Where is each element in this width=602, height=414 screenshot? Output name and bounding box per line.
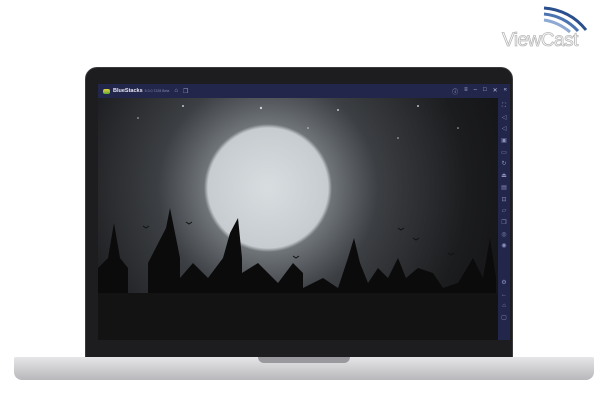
back-icon[interactable]: ←	[501, 290, 507, 302]
mosque-skyline-illustration	[98, 105, 498, 340]
laptop-base	[14, 357, 594, 380]
right-sidebar: ⛶ ◁ ◁ ▣ ▭ ↻ ⏏ ▤ ⊡ ▱ ❐ ◎ ◉ ⚙ ← ⌂ ▢	[498, 98, 510, 340]
minimize-icon[interactable]: –	[474, 87, 477, 96]
bluestacks-window: BlueStacks 5.0.0.7228 Beta ⌂ ❐ ⓘ ≡ – □ ✕…	[98, 84, 510, 340]
multi-instance-icon[interactable]: ❐	[183, 88, 188, 95]
app-name: BlueStacks	[113, 88, 143, 94]
viewcast-wordmark: ViewCast	[502, 30, 579, 52]
screen-record-icon[interactable]: ▣	[501, 136, 507, 148]
recent-apps-icon[interactable]: ▢	[501, 313, 507, 325]
maximize-icon[interactable]: □	[483, 87, 487, 96]
media-folder-icon[interactable]: ▤	[501, 183, 507, 195]
home-icon[interactable]: ⌂	[502, 301, 506, 313]
rotate-icon[interactable]: ↻	[501, 159, 506, 171]
fullscreen-icon[interactable]: ⛶	[502, 101, 506, 113]
close-icon[interactable]: ✕	[493, 87, 498, 96]
install-apk-icon[interactable]: ⏏	[501, 171, 507, 183]
settings-icon[interactable]: ⚙	[501, 278, 506, 290]
screenshot-icon[interactable]: ⊡	[501, 195, 506, 207]
tv-icon[interactable]: ▭	[501, 148, 507, 160]
volume-up-icon[interactable]: ◁	[502, 113, 507, 125]
eco-mode-icon[interactable]: ◎	[501, 230, 506, 242]
volume-down-icon[interactable]: ◁	[502, 124, 507, 136]
bluestacks-logo-icon	[103, 88, 110, 94]
laptop-hinge-notch	[258, 357, 350, 363]
collapse-sidebar-icon[interactable]: «	[504, 87, 507, 96]
title-bar: BlueStacks 5.0.0.7228 Beta ⌂ ❐ ⓘ ≡ – □ ✕…	[98, 84, 510, 98]
viewcast-logo: ViewCast	[500, 4, 596, 52]
folder-icon[interactable]: ▱	[502, 206, 507, 218]
app-version: 5.0.0.7228 Beta	[144, 89, 170, 93]
home-icon[interactable]: ⌂	[174, 88, 178, 94]
app-content-night-city-scene	[98, 98, 498, 340]
macro-icon[interactable]: ◉	[501, 241, 506, 253]
multi-instance-icon[interactable]: ❐	[501, 218, 506, 230]
help-icon[interactable]: ⓘ	[452, 87, 458, 96]
menu-icon[interactable]: ≡	[464, 87, 468, 96]
